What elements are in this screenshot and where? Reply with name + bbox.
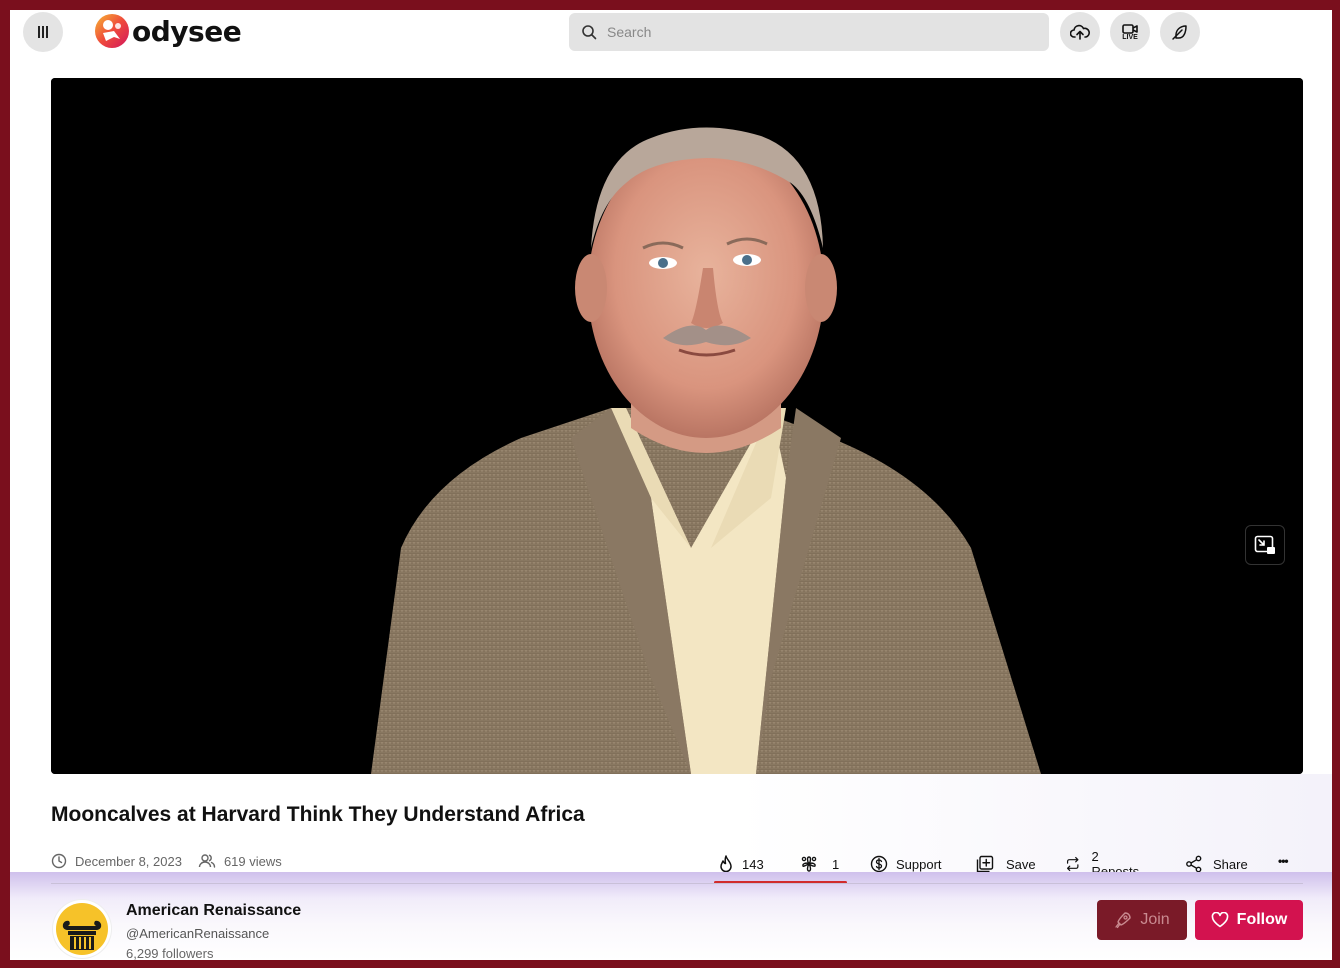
heart-icon — [1211, 912, 1228, 928]
fire-icon — [720, 855, 732, 873]
more-options-button[interactable]: ••• — [1278, 851, 1289, 871]
follower-count: 6,299 followers — [126, 946, 214, 960]
publish-post-button[interactable] — [1160, 12, 1200, 52]
clock-icon — [51, 853, 67, 869]
live-label: LIVE — [1122, 34, 1138, 41]
follow-button[interactable]: Follow — [1195, 900, 1303, 940]
share-label: Share — [1213, 856, 1248, 872]
menu-button[interactable] — [23, 12, 63, 52]
app-window: odysee LIVE — [10, 10, 1332, 960]
dollar-circle-icon — [870, 855, 888, 873]
odysee-logo[interactable]: odysee — [94, 13, 242, 49]
share-icon — [1186, 855, 1202, 873]
users-icon — [198, 854, 216, 868]
follow-label: Follow — [1236, 911, 1288, 928]
view-count: 619 views — [223, 853, 282, 869]
rocket-icon — [1115, 912, 1132, 929]
support-button[interactable]: Support — [870, 854, 942, 874]
top-bar: odysee LIVE — [10, 10, 1332, 54]
fire-count: 143 — [742, 856, 764, 872]
picture-in-picture-button[interactable] — [1245, 525, 1285, 565]
feather-icon — [1172, 25, 1187, 40]
search-bar[interactable] — [569, 13, 1049, 51]
go-live-button[interactable]: LIVE — [1110, 12, 1150, 52]
repost-icon — [1066, 856, 1079, 872]
publish-date: December 8, 2023 — [75, 853, 182, 869]
video-frame-image — [51, 78, 1303, 774]
search-input[interactable] — [607, 24, 1007, 40]
join-label: Join — [1140, 911, 1170, 928]
search-icon — [582, 25, 597, 40]
brand-name: odysee — [132, 14, 242, 48]
join-button[interactable]: Join — [1097, 900, 1187, 940]
support-label: Support — [896, 856, 942, 872]
add-to-playlist-icon — [976, 855, 994, 873]
fire-button[interactable]: 143 — [718, 854, 764, 874]
channel-name[interactable]: American Renaissance — [126, 902, 301, 920]
video-title: Mooncalves at Harvard Think They Underst… — [51, 803, 585, 826]
more-options-icon: ••• — [1278, 854, 1289, 868]
column-capital-icon — [56, 903, 108, 955]
slime-button[interactable]: 1 — [800, 854, 839, 874]
cloud-upload-icon — [1070, 24, 1090, 40]
video-player[interactable] — [51, 78, 1303, 774]
hamburger-icon — [38, 26, 48, 38]
slime-icon — [801, 856, 817, 872]
divider — [51, 883, 1303, 884]
video-meta: December 8, 2023 619 views — [51, 853, 282, 869]
upload-button[interactable] — [1060, 12, 1100, 52]
save-label: Save — [1006, 856, 1036, 872]
save-button[interactable]: Save — [976, 854, 1036, 874]
slime-count: 1 — [832, 856, 840, 872]
repost-button[interactable]: 2 Reposts — [1065, 849, 1142, 879]
share-button[interactable]: Share — [1185, 854, 1248, 874]
odysee-logo-icon — [95, 14, 129, 48]
picture-in-picture-icon — [1254, 535, 1275, 554]
channel-avatar[interactable] — [53, 900, 111, 958]
channel-handle[interactable]: @AmericanRenaissance — [126, 926, 269, 941]
